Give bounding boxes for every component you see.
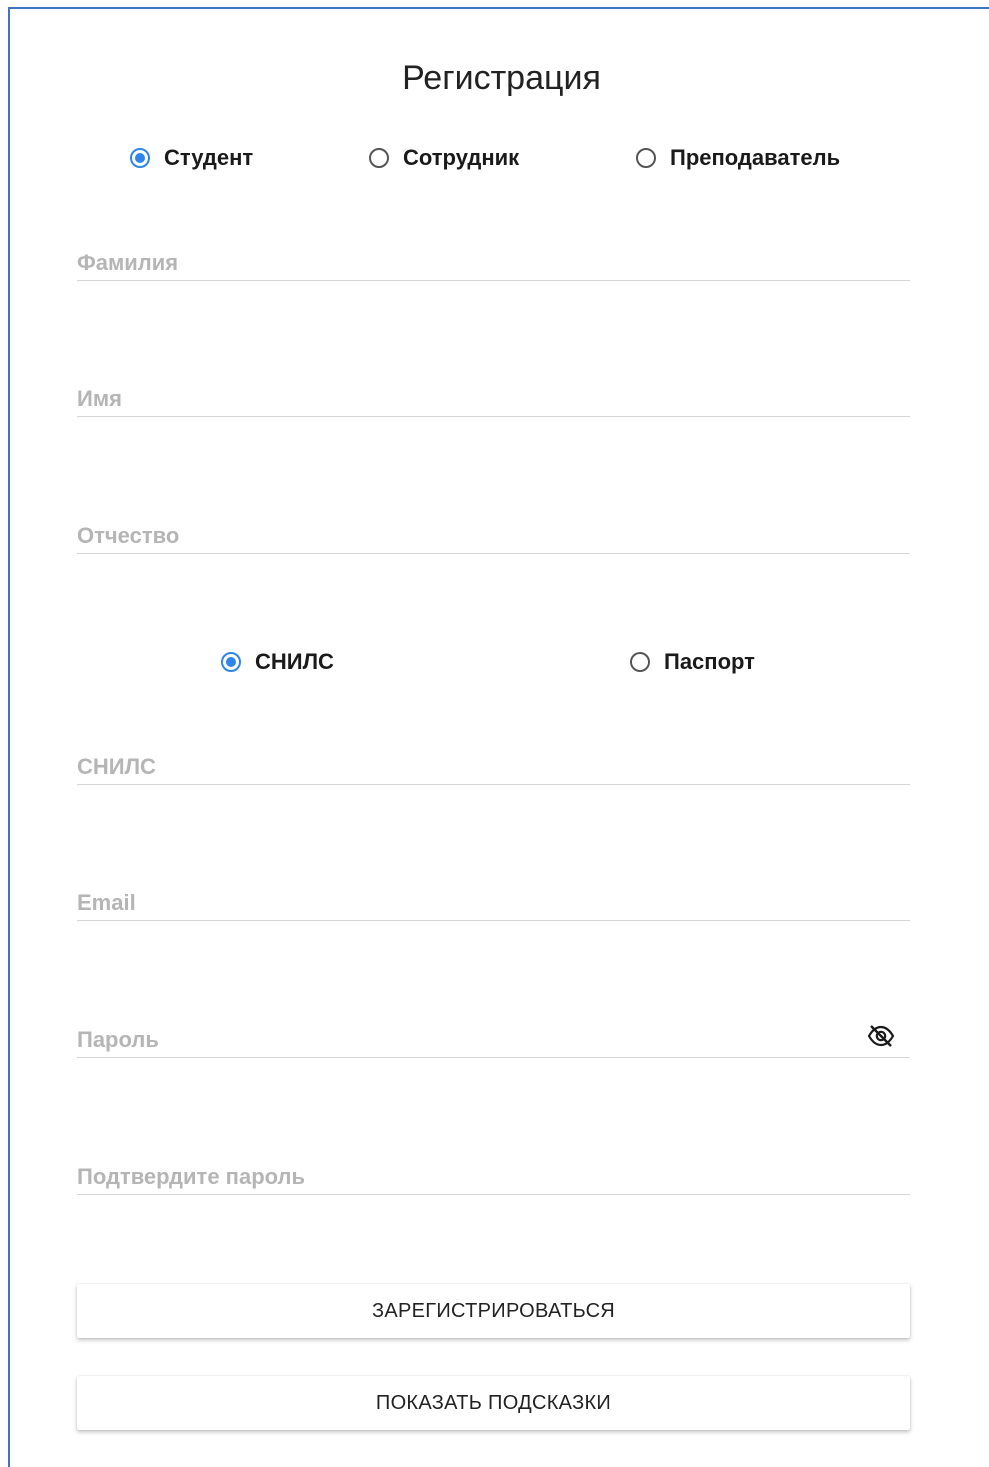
- document-radio-group: СНИЛС Паспорт: [10, 643, 989, 683]
- radio-checked-icon: [130, 148, 150, 168]
- confirm-password-field: [77, 1144, 910, 1195]
- radio-role-student[interactable]: Студент: [130, 145, 253, 171]
- radio-checked-icon: [221, 652, 241, 672]
- snils-input[interactable]: [77, 754, 869, 780]
- show-hints-button[interactable]: ПОКАЗАТЬ ПОДСКАЗКИ: [77, 1376, 910, 1430]
- radio-unchecked-icon: [369, 148, 389, 168]
- radio-doc-snils[interactable]: СНИЛС: [221, 649, 334, 675]
- radio-label: СНИЛС: [255, 649, 334, 674]
- confirm-password-input[interactable]: [77, 1164, 869, 1190]
- radio-role-teacher[interactable]: Преподаватель: [636, 145, 840, 171]
- eye-off-icon[interactable]: [866, 1023, 896, 1049]
- register-button[interactable]: ЗАРЕГИСТРИРОВАТЬСЯ: [77, 1284, 910, 1338]
- first-name-field: [77, 366, 910, 417]
- snils-field: [77, 734, 910, 785]
- radio-doc-passport[interactable]: Паспорт: [630, 649, 755, 675]
- last-name-field: [77, 230, 910, 281]
- patronymic-input[interactable]: [77, 523, 869, 549]
- radio-label: Сотрудник: [403, 145, 520, 170]
- password-input[interactable]: [77, 1027, 869, 1053]
- email-input[interactable]: [77, 890, 869, 916]
- radio-role-employee[interactable]: Сотрудник: [369, 145, 519, 171]
- first-name-input[interactable]: [77, 386, 869, 412]
- email-field: [77, 870, 910, 921]
- password-field: [77, 1007, 910, 1058]
- radio-label: Преподаватель: [670, 145, 841, 170]
- role-radio-group: Студент Сотрудник Преподаватель: [10, 139, 989, 179]
- radio-unchecked-icon: [636, 148, 656, 168]
- radio-label: Паспорт: [664, 649, 755, 674]
- registration-card: Регистрация Студент Сотрудник Преподават…: [8, 7, 989, 1467]
- patronymic-field: [77, 503, 910, 554]
- page-title: Регистрация: [402, 59, 601, 97]
- radio-label: Студент: [164, 145, 254, 170]
- last-name-input[interactable]: [77, 250, 869, 276]
- radio-unchecked-icon: [630, 652, 650, 672]
